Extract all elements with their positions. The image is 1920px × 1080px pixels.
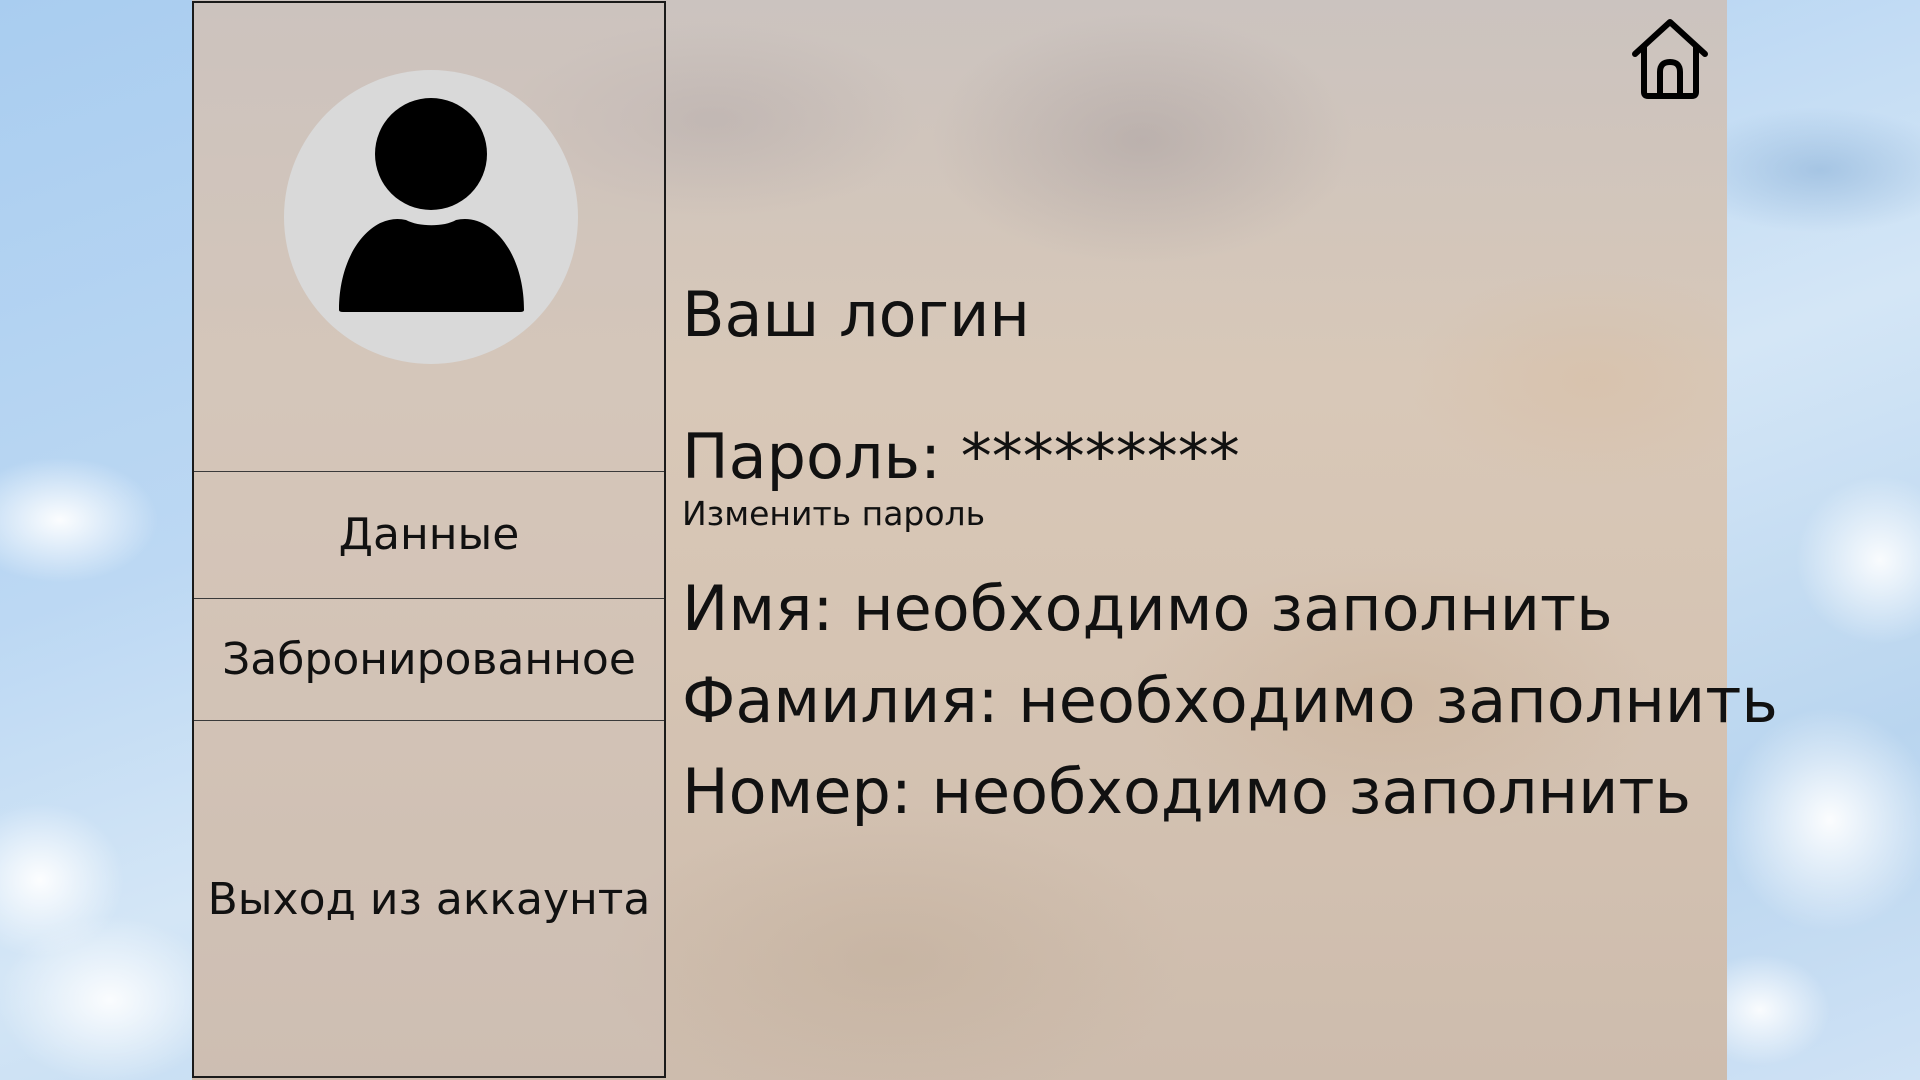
- sidebar-item-logout[interactable]: Выход из аккаунта: [194, 721, 664, 1077]
- change-password-link[interactable]: Изменить пароль: [682, 494, 985, 533]
- field-label: Фамилия:: [682, 664, 999, 737]
- sidebar-item-label: Данные: [338, 509, 520, 560]
- password-row: Пароль: *********: [682, 420, 1240, 493]
- field-value: необходимо заполнить: [931, 755, 1692, 828]
- field-value: необходимо заполнить: [853, 572, 1613, 645]
- avatar: [284, 70, 578, 364]
- phone-field: Номер: необходимо заполнить: [682, 755, 1691, 828]
- sidebar: Данные Забронированное Выход из аккаунта: [192, 1, 666, 1078]
- profile-content: Ваш логин Пароль: ********* Изменить пар…: [682, 0, 1778, 1080]
- sidebar-item-label: Забронированное: [222, 634, 636, 685]
- page-background: Данные Забронированное Выход из аккаунта…: [0, 0, 1920, 1080]
- surname-field: Фамилия: необходимо заполнить: [682, 664, 1778, 737]
- login-text: Ваш логин: [682, 278, 1030, 351]
- sidebar-item-booked[interactable]: Забронированное: [194, 599, 664, 721]
- field-label: Номер:: [682, 755, 912, 828]
- field-label: Имя:: [682, 572, 834, 645]
- sidebar-item-data[interactable]: Данные: [194, 471, 664, 599]
- name-field: Имя: необходимо заполнить: [682, 572, 1613, 645]
- sidebar-item-label: Выход из аккаунта: [207, 873, 651, 925]
- user-icon: [339, 98, 524, 312]
- password-label: Пароль:: [682, 420, 941, 493]
- password-value: *********: [960, 420, 1240, 493]
- avatar-area: [194, 3, 664, 472]
- field-value: необходимо заполнить: [1018, 664, 1778, 737]
